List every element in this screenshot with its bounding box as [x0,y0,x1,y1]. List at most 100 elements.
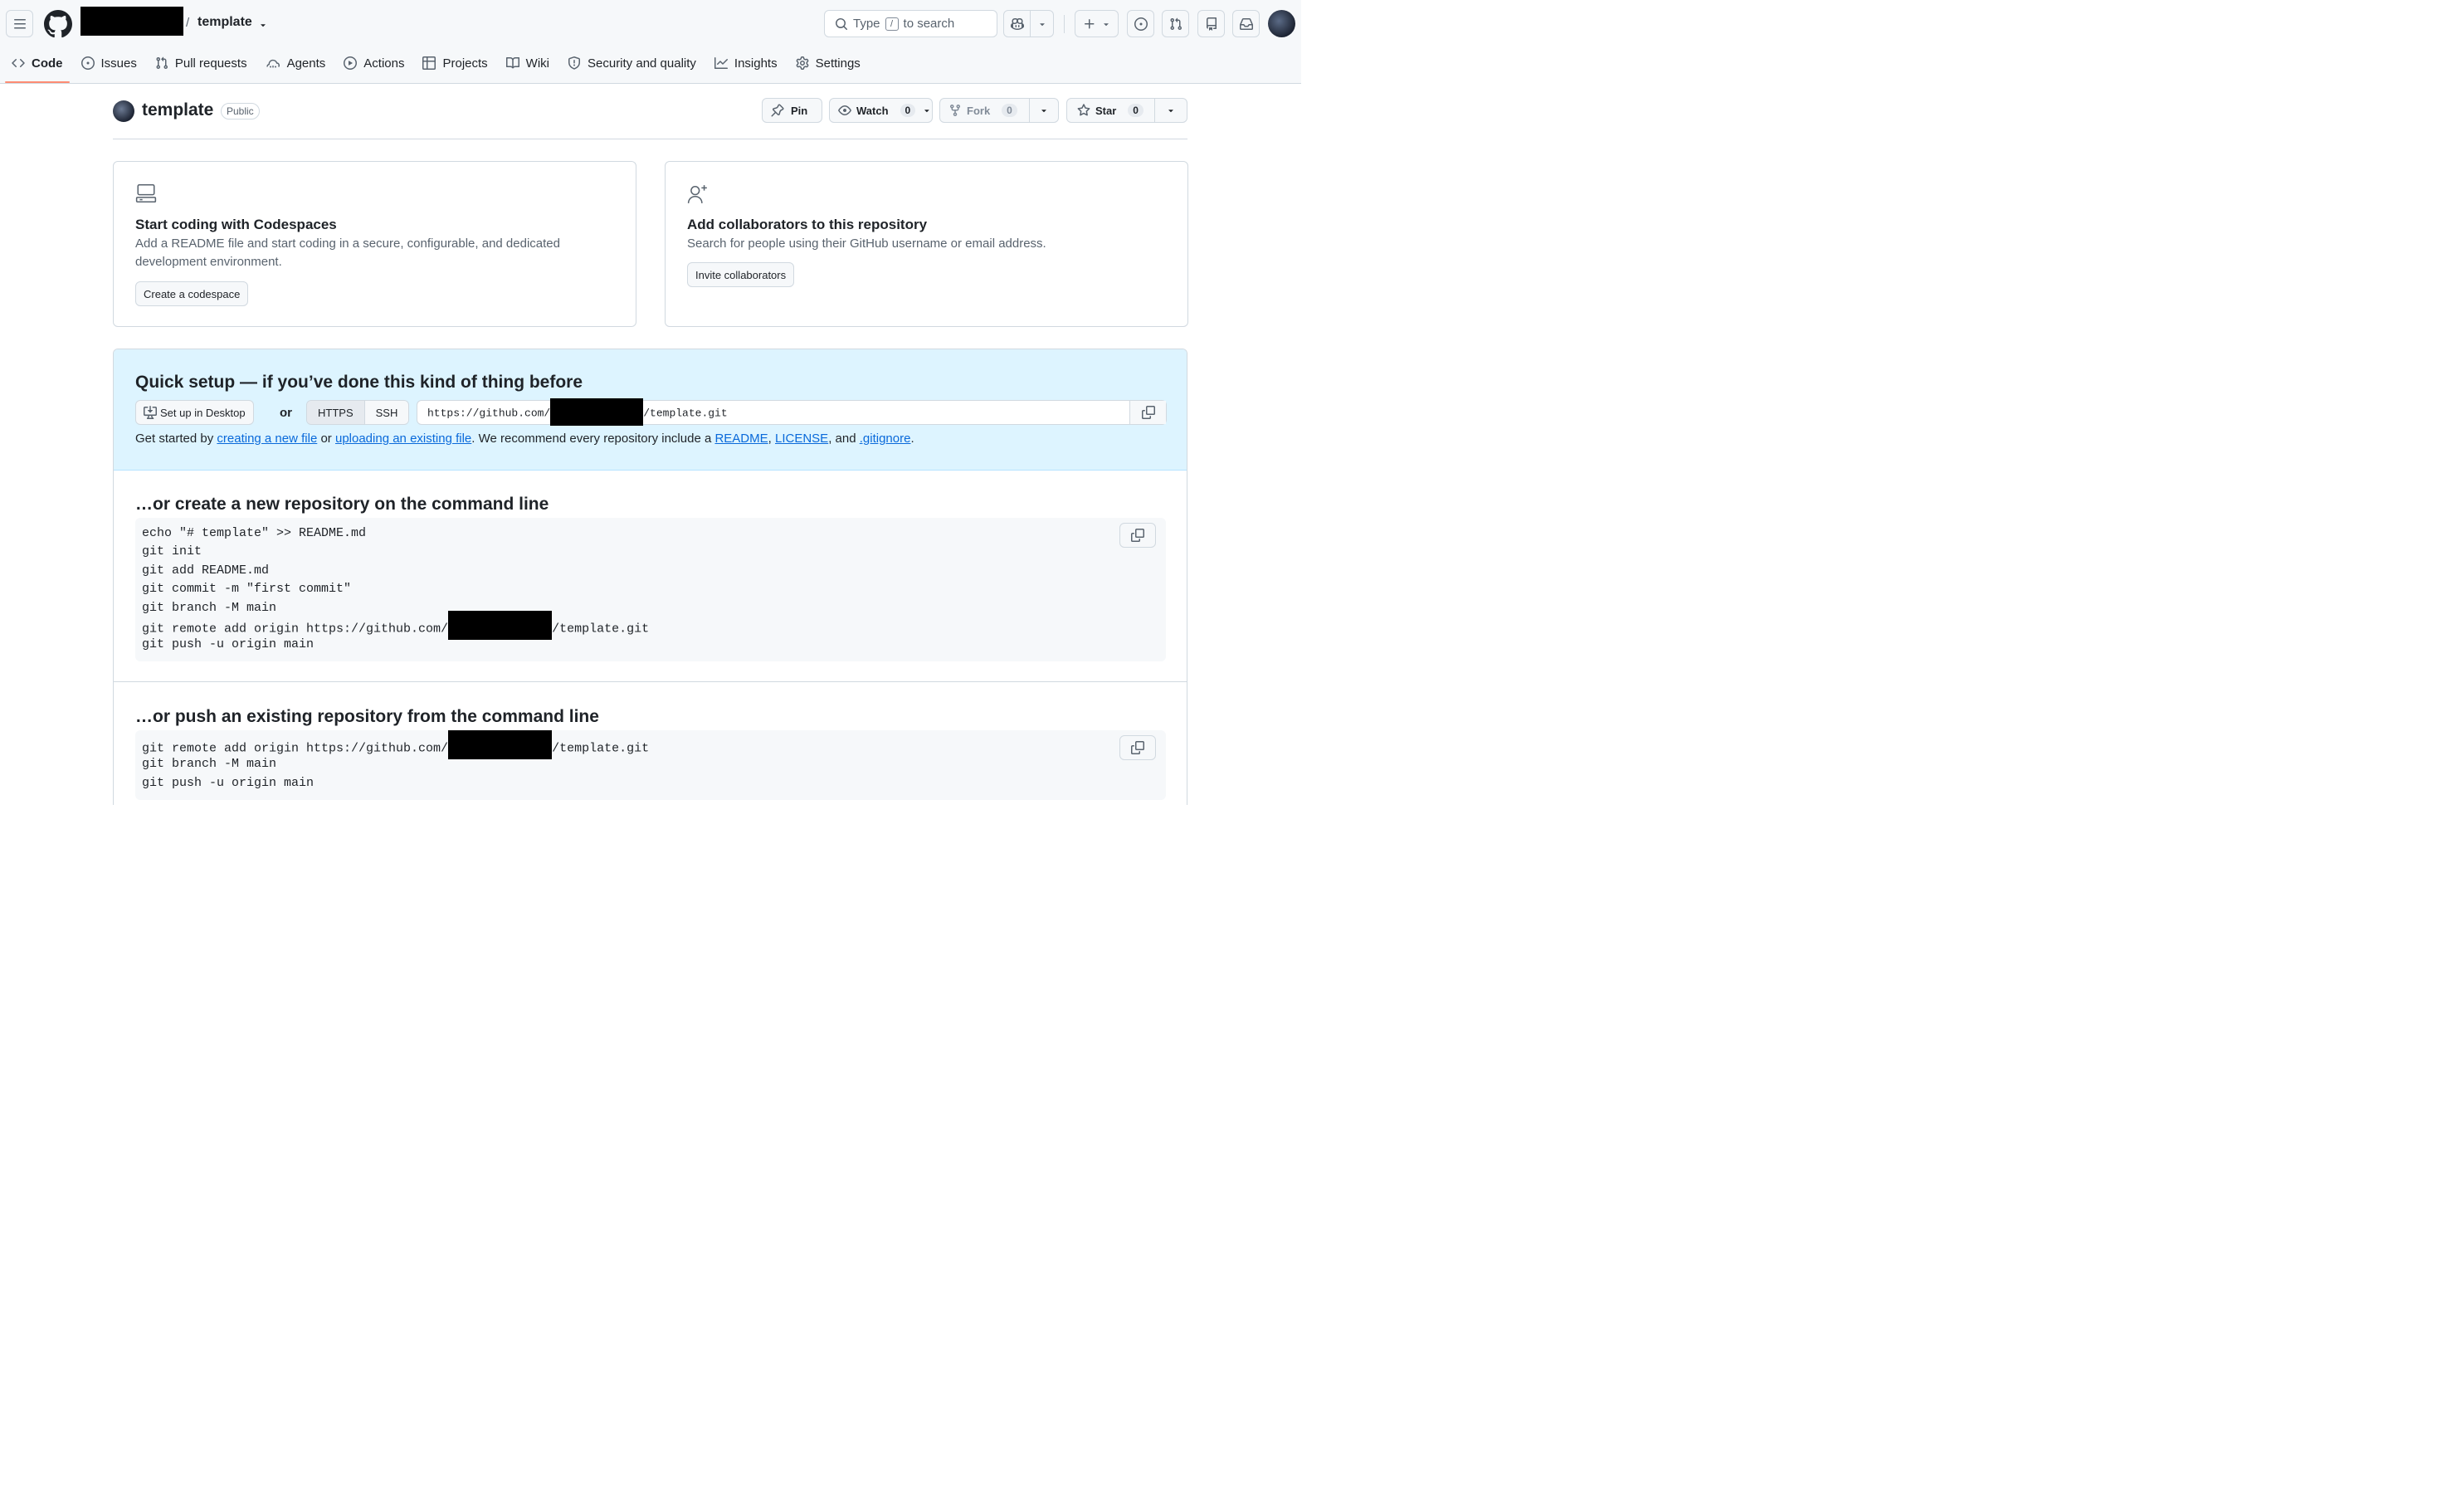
push-existing-title: …or push an existing repository from the… [135,707,599,726]
owner-avatar[interactable] [113,100,134,122]
copy-icon [1131,741,1144,754]
create-new-button[interactable] [1075,10,1119,37]
star-button-group: Star 0 [1066,98,1187,123]
triangle-down-icon[interactable] [258,19,268,34]
user-avatar[interactable] [1268,10,1295,37]
tab-pull-requests[interactable]: Pull requests [149,48,254,78]
watch-button[interactable]: Watch 0 [829,98,933,123]
code-line: git push -u origin main [142,637,315,652]
fork-button[interactable]: Fork 0 [940,99,1029,122]
tab-label: Agents [286,56,326,71]
notifications-button[interactable] [1232,10,1260,37]
new-repo-title: …or create a new repository on the comma… [135,495,549,514]
new-repo-section: …or create a new repository on the comma… [114,470,1187,682]
codespaces-description: Add a README file and start coding in a … [135,237,560,269]
github-logo-icon[interactable] [43,10,72,38]
clone-url-text[interactable]: https://github.com/ /template.git [417,398,1129,426]
tab-label: Insights [734,56,778,71]
triangle-down-icon[interactable] [922,105,932,115]
ssh-toggle[interactable]: SSH [364,401,409,424]
copy-icon [1131,529,1144,542]
your-pull-requests-button[interactable] [1162,10,1189,37]
code-line-remote: git remote add origin https://github.com… [142,730,1159,759]
issue-icon [1134,17,1148,31]
star-label: Star [1095,104,1117,117]
search-suffix: to search [903,17,955,31]
copilot-dropdown-button[interactable] [1031,10,1054,37]
clone-url-suffix: /template.git [643,407,728,420]
tab-insights[interactable]: Insights [708,48,784,78]
copy-code-button[interactable] [1119,735,1156,760]
breadcrumb-separator: / [186,16,190,30]
remote-prefix: git remote add origin https://github.com… [142,622,449,637]
gear-icon [796,56,809,70]
codespaces-title: Start coding with Codespaces [135,217,337,232]
search-prefix: Type [853,17,880,31]
setup-in-desktop-button[interactable]: Set up in Desktop [135,400,254,425]
fork-icon [950,105,960,117]
collaborators-title: Add collaborators to this repository [687,217,928,232]
tab-wiki[interactable]: Wiki [500,48,556,78]
table-icon [422,56,436,70]
copy-url-button[interactable] [1129,401,1166,424]
pull-request-icon [155,56,168,70]
copilot-button-group [1003,10,1054,37]
https-toggle[interactable]: HTTPS [307,401,365,424]
tab-agents[interactable]: Agents [259,48,333,78]
tab-label: Projects [442,56,488,71]
code-line: git add README.md [142,563,270,578]
tab-projects[interactable]: Projects [416,48,494,78]
tab-label: Issues [100,56,137,71]
codespaces-card: Start coding with Codespaces Add a READM… [113,161,636,327]
protocol-toggle: HTTPS SSH [306,400,410,425]
your-issues-button[interactable] [1127,10,1154,37]
readme-link[interactable]: README [714,432,768,446]
tab-label: Code [32,56,63,71]
create-codespace-button[interactable]: Create a codespace [135,281,249,306]
invite-collaborators-button[interactable]: Invite collaborators [687,262,795,287]
codespaces-icon [135,183,157,207]
hint-comma: , [768,432,772,446]
pin-button[interactable]: Pin [762,98,822,123]
tab-label: Security and quality [588,56,696,71]
tab-actions[interactable]: Actions [337,48,411,78]
menu-button[interactable] [6,10,33,37]
breadcrumb-repo[interactable]: template [197,15,252,30]
clone-url-input[interactable]: https://github.com/ /template.git [417,398,1167,426]
code-line: git init [142,544,202,559]
tab-security[interactable]: Security and quality [561,48,703,78]
star-list-dropdown-button[interactable] [1154,99,1187,122]
copilot-button[interactable] [1003,10,1031,37]
remote-suffix: /template.git [552,622,650,637]
tab-issues[interactable]: Issues [75,48,144,78]
fork-button-group: Fork 0 [939,98,1059,123]
triangle-down-icon [1039,22,1045,26]
code-line: git push -u origin main [142,775,315,790]
create-new-file-link[interactable]: creating a new file [217,432,317,446]
pull-request-icon [1169,17,1182,30]
agents-icon [266,56,280,70]
owner-name-redacted[interactable] [80,7,183,36]
license-link[interactable]: LICENSE [775,432,828,446]
repo-title[interactable]: template [142,100,213,120]
fork-label: Fork [967,104,991,117]
watch-label: Watch [856,104,889,117]
pin-label: Pin [791,104,808,117]
tab-settings[interactable]: Settings [789,48,867,78]
tab-code[interactable]: Code [5,48,70,83]
upload-file-link[interactable]: uploading an existing file [335,432,471,446]
pin-icon [771,104,784,117]
book-icon [505,56,519,70]
code-line-remote: git remote add origin https://github.com… [142,610,1159,640]
repositories-button[interactable] [1197,10,1225,37]
play-icon [344,56,358,70]
fork-dropdown-button[interactable] [1029,99,1058,122]
copy-code-button[interactable] [1119,523,1156,548]
search-input[interactable]: Type / to search [824,10,997,37]
quick-setup-box: Quick setup — if you’ve done this kind o… [113,349,1187,805]
tab-label: Pull requests [174,56,247,71]
gitignore-link[interactable]: .gitignore [860,432,911,446]
star-button[interactable]: Star 0 [1067,99,1154,122]
collaborators-description: Search for people using their GitHub use… [687,237,1046,251]
triangle-down-icon [1103,22,1109,26]
